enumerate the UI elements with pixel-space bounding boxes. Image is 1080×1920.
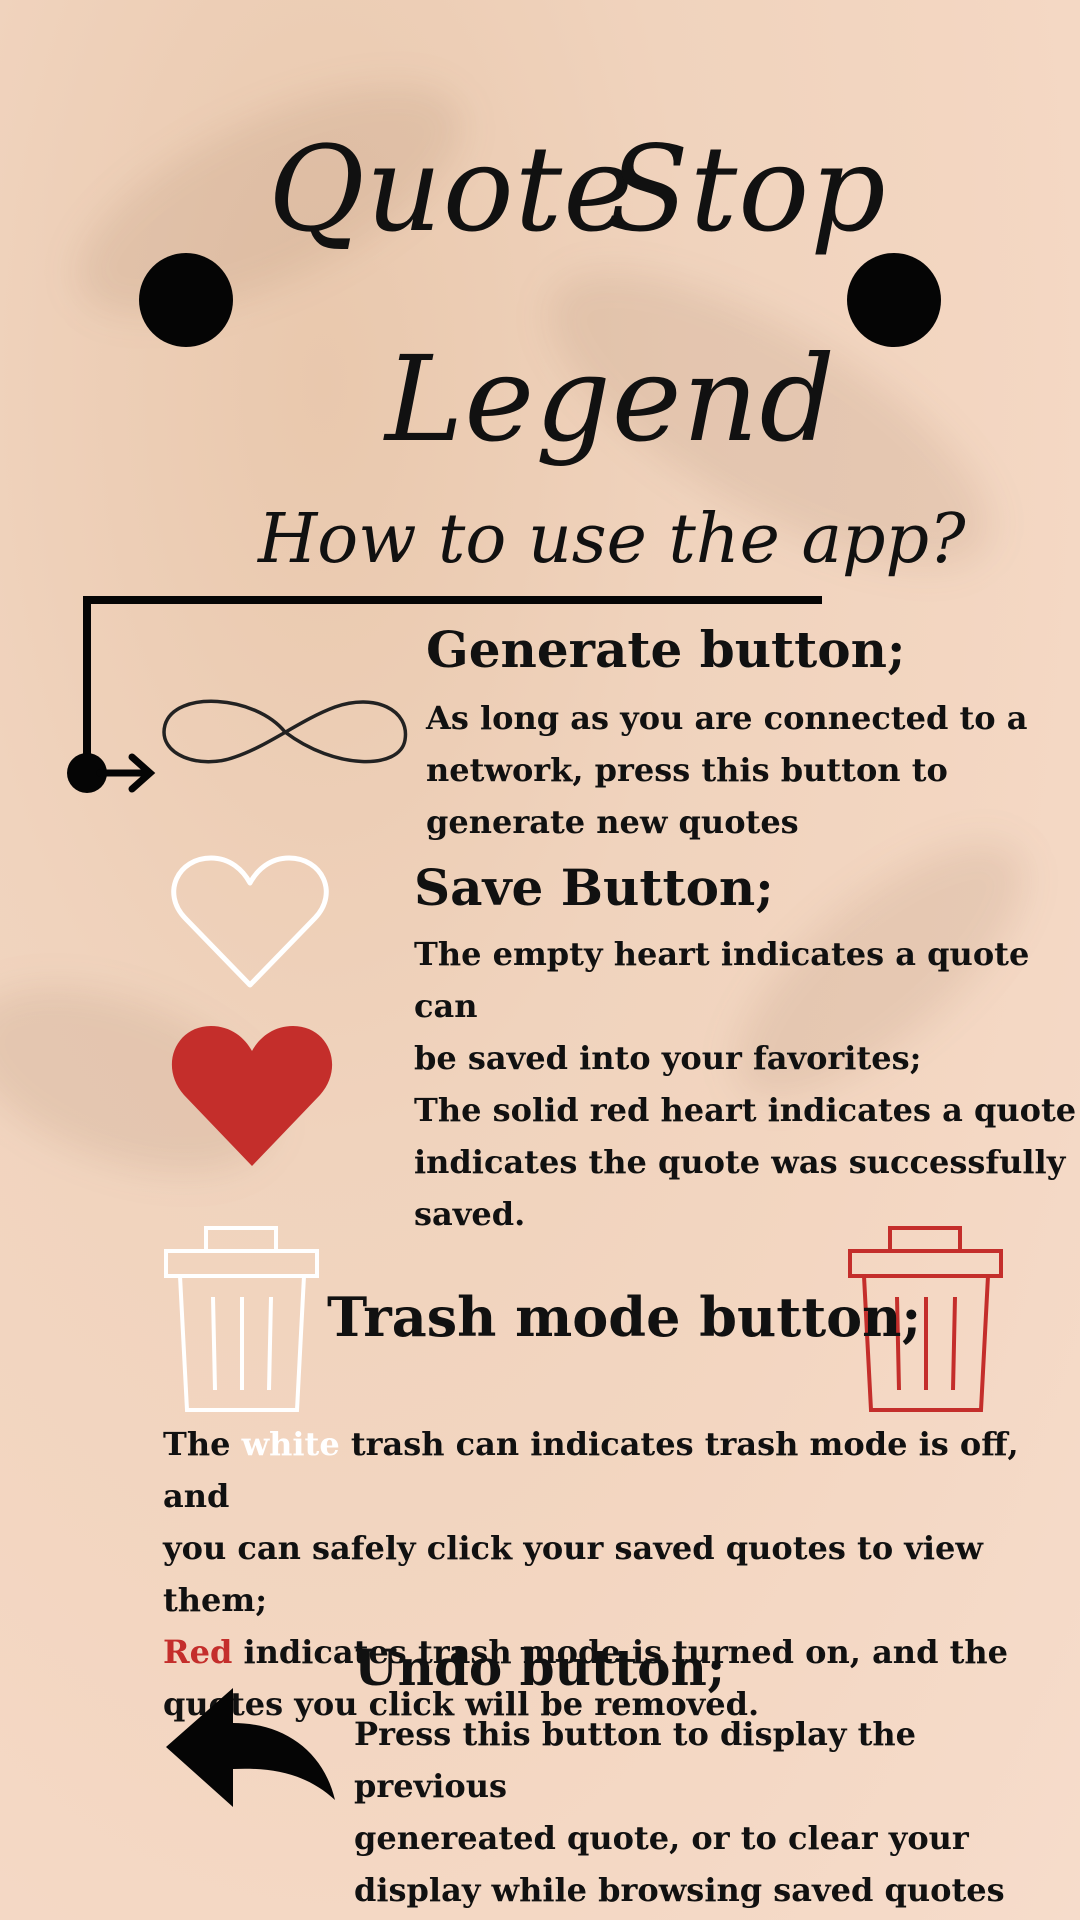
right-dot [847,253,941,347]
text-line: generate new quotes [426,803,799,841]
heart-outline-icon[interactable] [171,855,329,990]
text-line: The empty heart indicates a quote can [414,935,1030,1025]
trash-white-icon[interactable] [163,1225,320,1413]
heart-filled-icon[interactable] [171,1023,333,1168]
red-keyword: Red [163,1633,233,1671]
text-line: you can safely click your saved quotes t… [163,1529,983,1619]
trash-heading: Trash mode button; [327,1285,922,1349]
text-line: network, press this button to [426,751,948,789]
text-fragment: The [163,1425,242,1463]
text-line: The white trash can indicates trash mode… [163,1418,1080,1522]
text-line: be saved into your favorites; [414,1039,922,1077]
text-line: Press this button to display the previou… [354,1715,916,1805]
undo-description: Press this button to display the previou… [354,1708,1080,1916]
white-keyword: white [241,1425,340,1463]
left-dot [139,253,233,347]
title-quote: Quote [268,120,635,258]
generate-description: As long as you are connected to a networ… [426,692,1027,848]
text-line: The solid red heart indicates a quote [414,1091,1077,1129]
text-line: indicates the quote was successfully [414,1143,1066,1181]
undo-arrow-icon[interactable] [163,1685,338,1810]
save-description: The empty heart indicates a quote can be… [414,928,1080,1240]
text-line: genereated quote, or to clear your [354,1819,969,1857]
infinity-icon[interactable] [160,685,410,780]
undo-heading: Undo button; [354,1638,726,1697]
save-heading: Save Button; [414,858,774,917]
title-stop: Stop [608,120,887,258]
generate-heading: Generate button; [426,620,906,679]
text-line: As long as you are connected to a [426,699,1028,737]
text-line: display while browsing saved quotes [354,1871,1005,1909]
subtitle: How to use the app? [258,500,966,579]
title-legend: Legend [385,330,837,468]
